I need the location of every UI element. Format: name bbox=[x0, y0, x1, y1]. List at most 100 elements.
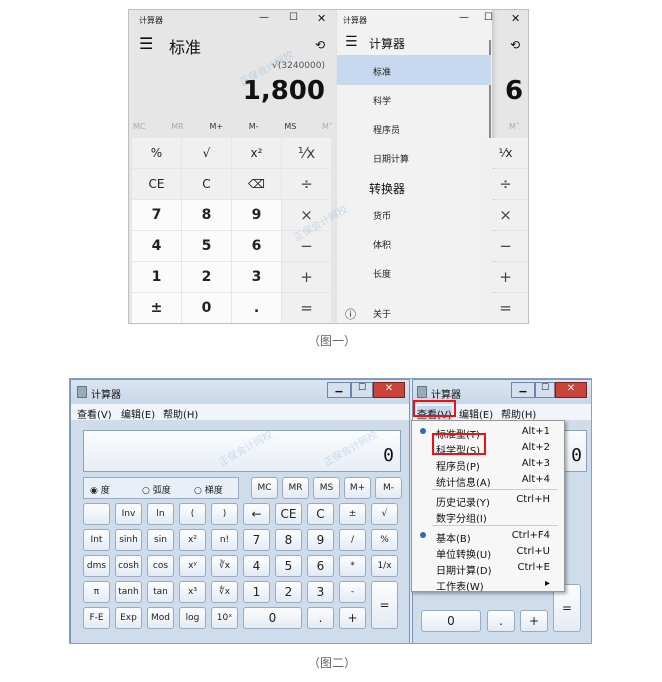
calc-key[interactable]: − bbox=[481, 231, 528, 261]
maximize-icon[interactable]: ☐ bbox=[289, 12, 298, 23]
radio-gradian[interactable]: ○ 梯度 bbox=[194, 483, 223, 496]
info-icon[interactable]: ⓘ bbox=[345, 306, 356, 322]
maximize-icon[interactable]: ☐ bbox=[484, 12, 493, 23]
calc-key[interactable]: - bbox=[339, 581, 366, 603]
calc-key[interactable]: 2 bbox=[275, 581, 302, 603]
calc-key[interactable]: × bbox=[481, 200, 528, 230]
close-button[interactable]: ✕ bbox=[555, 382, 587, 398]
close-icon[interactable]: ✕ bbox=[511, 12, 520, 25]
calc-key[interactable]: 8 bbox=[275, 529, 302, 551]
menu-view[interactable]: 查看(V) bbox=[77, 406, 112, 421]
calc-key[interactable]: ← bbox=[243, 503, 270, 525]
mlist-button[interactable]: M˅ bbox=[509, 122, 520, 131]
calc-key[interactable]: = bbox=[371, 581, 398, 629]
calc-key[interactable]: sinh bbox=[115, 529, 142, 551]
key-plus[interactable]: + bbox=[520, 610, 548, 632]
calc-key[interactable]: 1/x bbox=[371, 555, 398, 577]
maximize-button[interactable]: ☐ bbox=[535, 382, 555, 398]
mlist-button[interactable]: M˅ bbox=[322, 122, 333, 131]
memory-key[interactable]: MR bbox=[282, 477, 309, 499]
calc-key[interactable]: CE bbox=[132, 169, 181, 199]
nav-item-standard[interactable]: 标准 bbox=[373, 65, 391, 78]
menu-item-label[interactable]: 日期计算(D) bbox=[436, 562, 492, 577]
key-0[interactable]: 0 bbox=[421, 610, 481, 632]
calc-key[interactable]: . bbox=[307, 607, 334, 629]
calc-key[interactable]: % bbox=[371, 529, 398, 551]
nav-item-scientific[interactable]: 科学 bbox=[373, 94, 391, 107]
calc-key[interactable]: cos bbox=[147, 555, 174, 577]
calc-key[interactable]: n! bbox=[211, 529, 238, 551]
memory-key[interactable]: MS bbox=[313, 477, 340, 499]
menu-item-label[interactable]: 历史记录(Y) bbox=[436, 494, 490, 509]
calc-key[interactable]: tan bbox=[147, 581, 174, 603]
calc-key[interactable]: 1 bbox=[132, 262, 181, 292]
calc-key[interactable]: 8 bbox=[182, 200, 231, 230]
calc-key[interactable]: ± bbox=[132, 293, 181, 323]
calc-key[interactable]: 9 bbox=[307, 529, 334, 551]
calc-key[interactable]: dms bbox=[83, 555, 110, 577]
calc-key[interactable]: 5 bbox=[182, 231, 231, 261]
calc-key[interactable]: 4 bbox=[243, 555, 270, 577]
menu-item-label[interactable]: 统计信息(A) bbox=[436, 474, 491, 489]
ms-button[interactable]: MS bbox=[284, 122, 296, 131]
calc-key[interactable]: ln bbox=[147, 503, 174, 525]
calc-key[interactable]: % bbox=[132, 138, 181, 168]
calc-key[interactable]: 0 bbox=[182, 293, 231, 323]
menu-item-label[interactable]: 单位转换(U) bbox=[436, 546, 491, 561]
mplus-button[interactable]: M+ bbox=[209, 122, 223, 131]
memory-key[interactable]: MC bbox=[251, 477, 278, 499]
calc-key[interactable]: 9 bbox=[232, 200, 281, 230]
hamburger-icon[interactable]: ☰ bbox=[139, 34, 153, 53]
minimize-button[interactable]: ▁ bbox=[327, 382, 351, 398]
calc-key[interactable]: ) bbox=[211, 503, 238, 525]
calc-key[interactable]: 2 bbox=[182, 262, 231, 292]
radio-radian[interactable]: ○ 弧度 bbox=[142, 483, 171, 496]
calc-key[interactable]: 3 bbox=[232, 262, 281, 292]
calc-key[interactable]: + bbox=[481, 262, 528, 292]
hamburger-icon[interactable]: ☰ bbox=[345, 34, 358, 50]
calc-key[interactable]: CE bbox=[275, 503, 302, 525]
minimize-icon[interactable]: — bbox=[259, 12, 269, 23]
calc-key[interactable]: 4 bbox=[132, 231, 181, 261]
calc-key[interactable]: Exp bbox=[115, 607, 142, 629]
calc-key[interactable]: / bbox=[339, 529, 366, 551]
key-dot[interactable]: . bbox=[487, 610, 515, 632]
history-icon[interactable]: ⟲ bbox=[510, 38, 520, 52]
calc-key[interactable]: * bbox=[339, 555, 366, 577]
calc-key[interactable]: C bbox=[182, 169, 231, 199]
minimize-button[interactable]: ▁ bbox=[511, 382, 535, 398]
calc-key[interactable]: = bbox=[282, 293, 331, 323]
menu-item-label[interactable]: 数字分组(I) bbox=[436, 510, 487, 525]
calc-key[interactable]: C bbox=[307, 503, 334, 525]
close-icon[interactable]: ✕ bbox=[317, 12, 326, 25]
calc-key[interactable]: = bbox=[481, 293, 528, 323]
calc-key[interactable]: ( bbox=[179, 503, 206, 525]
nav-item-date[interactable]: 日期计算 bbox=[373, 152, 409, 165]
history-icon[interactable]: ⟲ bbox=[315, 38, 325, 52]
calc-key[interactable]: ∛x bbox=[211, 555, 238, 577]
nav-item-volume[interactable]: 体积 bbox=[373, 238, 391, 251]
menu-item-label[interactable]: 工作表(W) bbox=[436, 578, 484, 593]
menu-help[interactable]: 帮助(H) bbox=[501, 406, 536, 421]
calc-key[interactable]: ¹⁄x bbox=[282, 138, 331, 168]
calc-key[interactable]: ¹⁄x bbox=[481, 138, 528, 168]
calc-key[interactable]: . bbox=[232, 293, 281, 323]
calc-key[interactable]: 7 bbox=[243, 529, 270, 551]
calc-key[interactable] bbox=[83, 503, 110, 525]
mr-button[interactable]: MR bbox=[171, 122, 183, 131]
calc-key[interactable]: log bbox=[179, 607, 206, 629]
menu-item-label[interactable]: 程序员(P) bbox=[436, 458, 480, 473]
calc-key[interactable]: Int bbox=[83, 529, 110, 551]
calc-key[interactable]: sin bbox=[147, 529, 174, 551]
calc-key[interactable]: Mod bbox=[147, 607, 174, 629]
calc-key[interactable]: 1 bbox=[243, 581, 270, 603]
memory-key[interactable]: M- bbox=[375, 477, 402, 499]
mminus-button[interactable]: M- bbox=[249, 122, 259, 131]
calc-key[interactable]: 6 bbox=[307, 555, 334, 577]
calc-key[interactable]: x² bbox=[232, 138, 281, 168]
menu-help[interactable]: 帮助(H) bbox=[163, 406, 198, 421]
menu-item-label[interactable]: 基本(B) bbox=[436, 530, 471, 545]
calc-key[interactable]: ± bbox=[339, 503, 366, 525]
calc-key[interactable]: π bbox=[83, 581, 110, 603]
mc-button[interactable]: MC bbox=[133, 122, 146, 131]
